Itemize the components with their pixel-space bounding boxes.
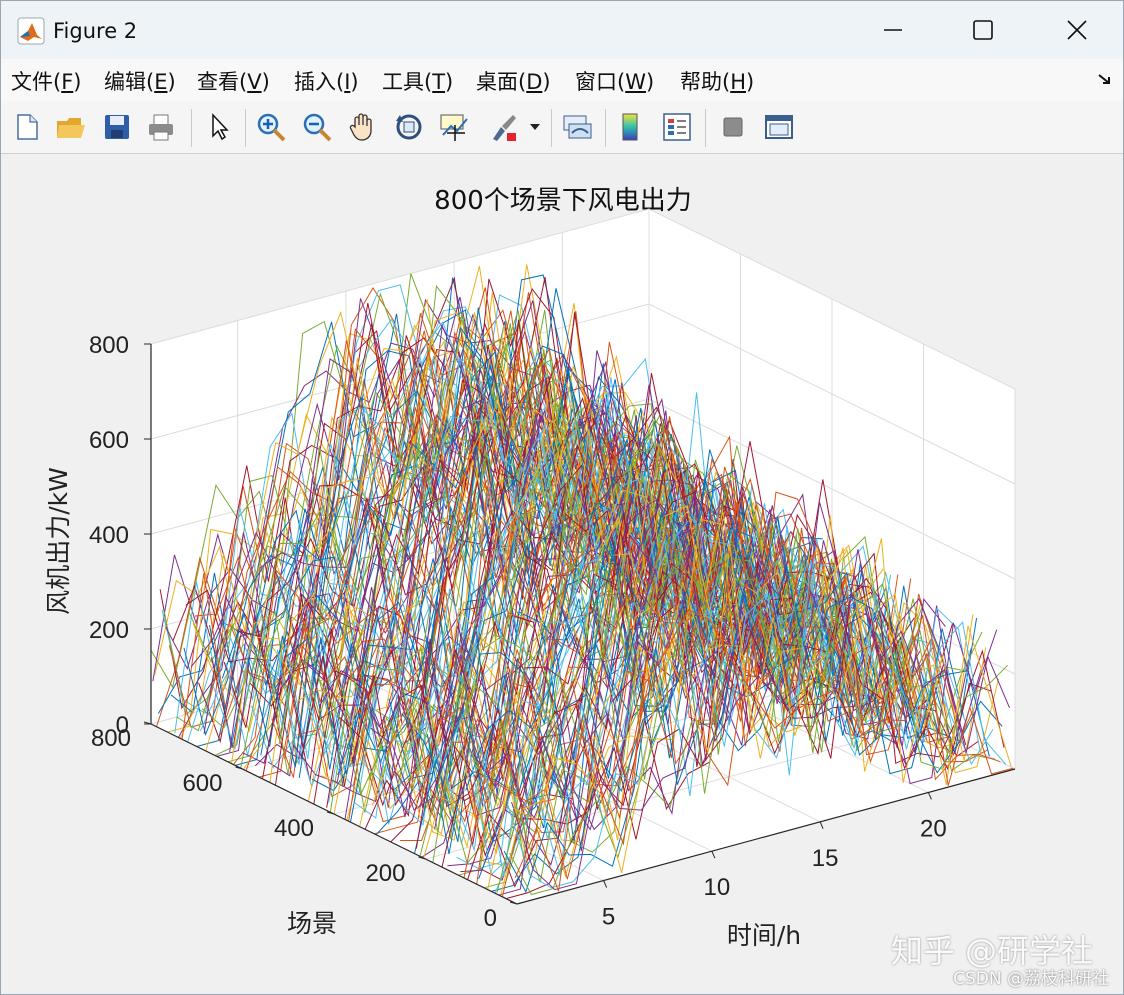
save-icon[interactable] [99, 109, 135, 145]
rotate-3d-icon[interactable] [391, 109, 427, 145]
x-tick-label: 20 [920, 815, 947, 842]
x-tick-label: 15 [812, 845, 839, 872]
print-icon[interactable] [143, 109, 179, 145]
maximize-button[interactable] [937, 1, 1029, 59]
x-tick-label: 10 [704, 874, 731, 901]
brush-icon[interactable] [485, 109, 521, 145]
menu-edit[interactable]: 编辑(E) [104, 66, 176, 96]
open-folder-icon[interactable] [53, 109, 89, 145]
close-button[interactable] [1031, 1, 1123, 59]
zoom-out-icon[interactable] [299, 109, 335, 145]
menu-tools[interactable]: 工具(T) [382, 66, 453, 96]
x-tick-mark [711, 850, 716, 859]
figure-canvas: 800个场景下风电出力 5 10 15 20 0 200 400 600 800 0 200 400 6… [1, 154, 1123, 994]
plot-axes[interactable]: 510152002004006008000200400600800时间/h场景风… [1, 154, 1123, 994]
x-tick-mark [603, 880, 608, 888]
y-axis-label: 场景 [287, 909, 337, 938]
toolbar [1, 101, 1123, 154]
dock-arrow-icon[interactable] [1097, 71, 1113, 87]
y-tick-label: 400 [274, 815, 314, 842]
pointer-icon[interactable] [201, 109, 237, 145]
menu-insert[interactable]: 插入(I) [294, 66, 359, 96]
z-axis-label: 风机出力/kW [44, 467, 73, 615]
z-tick-label: 200 [89, 617, 129, 644]
pan-hand-icon[interactable] [345, 109, 381, 145]
matlab-logo-icon [17, 17, 45, 45]
menu-bar: 文件(F) 编辑(E) 查看(V) 插入(I) 工具(T) 桌面(D) 窗口(W… [1, 59, 1123, 102]
brush-dropdown-icon[interactable] [525, 109, 545, 145]
x-tick-mark [819, 821, 824, 830]
window-title: Figure 2 [53, 19, 138, 43]
data-cursor-icon[interactable] [437, 109, 473, 145]
y-tick-label: 0 [484, 905, 497, 932]
colorbar-icon[interactable] [613, 109, 649, 145]
show-tools-icon[interactable] [761, 109, 797, 145]
y-tick-label: 200 [365, 860, 405, 887]
title-bar: Figure 2 [1, 1, 1123, 59]
minimize-icon [884, 29, 902, 31]
watermark-sub: CSDN @荔枝科研社 [953, 969, 1109, 989]
z-tick-label: 400 [89, 522, 129, 549]
menu-window[interactable]: 窗口(W) [575, 66, 654, 96]
figure-window: Figure 2 文件(F) 编辑(E) 查看(V) 插入(I) 工具(T) 桌… [0, 0, 1124, 995]
z-tick-label: 0 [116, 712, 129, 739]
zoom-in-icon[interactable] [253, 109, 289, 145]
y-tick-label: 600 [182, 770, 222, 797]
hide-tools-icon[interactable] [715, 109, 751, 145]
close-icon [1067, 20, 1087, 40]
menu-desktop[interactable]: 桌面(D) [476, 66, 551, 96]
x-tick-mark [927, 792, 932, 800]
z-tick-label: 600 [89, 427, 129, 454]
menu-help[interactable]: 帮助(H) [680, 66, 754, 96]
link-plot-icon[interactable] [559, 109, 595, 145]
legend-icon[interactable] [659, 109, 695, 145]
z-tick-label: 800 [89, 332, 129, 359]
menu-file[interactable]: 文件(F) [11, 66, 82, 96]
x-tick-label: 5 [602, 904, 615, 931]
new-file-icon[interactable] [9, 109, 45, 145]
x-axis-label: 时间/h [727, 921, 801, 950]
maximize-icon [973, 20, 993, 40]
minimize-button[interactable] [847, 1, 939, 59]
menu-view[interactable]: 查看(V) [197, 66, 270, 96]
